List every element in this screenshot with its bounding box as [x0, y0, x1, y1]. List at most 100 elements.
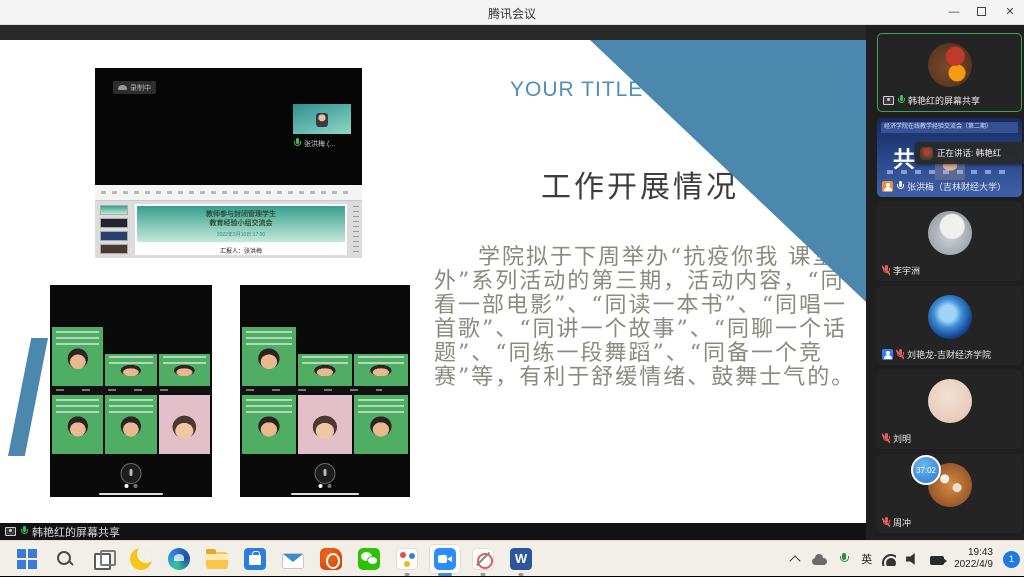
- phone-video-cell: [159, 354, 211, 386]
- phone-video-cell: [105, 395, 157, 453]
- member-badge-icon: [882, 349, 893, 360]
- face-graphic: [361, 363, 401, 385]
- member-badge-icon: [882, 181, 893, 192]
- tray-chevron-icon[interactable]: [788, 552, 802, 566]
- mic-on-icon: [897, 95, 905, 106]
- participants-panel: 韩艳红的屏幕共享 经济学院在线教学经验交流会（第二期） 共 张洪梅（吉林财经大学…: [866, 25, 1024, 540]
- slide-thumb: [100, 218, 128, 228]
- phone-home-bar: [99, 493, 164, 495]
- embedded-meeting-screenshot: 录制中 张洪梅 (... 教师参与封闭管理学生 教育经验小组交流会: [95, 68, 362, 258]
- word-icon: W: [510, 548, 532, 570]
- phone-home-bar: [291, 493, 359, 495]
- maximize-icon: [977, 7, 986, 16]
- mail-icon: [282, 553, 304, 569]
- powerpoint-toolbar: [95, 185, 362, 201]
- phone-page-dots: [319, 484, 332, 488]
- meeting-window: YOUR TITLE HERE 工作开展情况 学院拟于下周举办“抗疫你我 课堂内…: [0, 25, 1024, 540]
- mic-muted-icon: [882, 265, 890, 276]
- task-view-button[interactable]: [84, 541, 122, 577]
- tray-clock[interactable]: 19:43 2022/4/9: [954, 547, 993, 571]
- tray-mic-icon[interactable]: [837, 552, 851, 566]
- participant-tile-screen-share[interactable]: 韩艳红的屏幕共享: [877, 33, 1022, 112]
- tray-date: 2022/4/9: [954, 559, 993, 571]
- phone-video-cell: [354, 395, 408, 453]
- office-button[interactable]: [312, 541, 350, 577]
- phone-mic-button: [121, 463, 142, 484]
- tencent-meeting-icon: [434, 548, 456, 570]
- mic-on-icon: [293, 138, 301, 149]
- powerpoint-editing-area: 教师参与封闭管理学生 教育经验小组交流会 2022年3月10日 17:00 汇报…: [135, 204, 347, 255]
- phone-video-cell: [242, 327, 296, 385]
- participant-tile-liyuzhou[interactable]: 李宇洲: [877, 202, 1022, 281]
- microsoft-store-button[interactable]: [236, 541, 274, 577]
- start-button[interactable]: [8, 541, 46, 577]
- screen-share-icon: [5, 527, 16, 536]
- maximize-button[interactable]: [968, 0, 996, 24]
- participant-tile-liuming[interactable]: 刘明: [877, 370, 1022, 449]
- edge-icon: [168, 548, 190, 570]
- avatar: [928, 211, 972, 255]
- screenshot-tool-button[interactable]: [464, 541, 502, 577]
- participant-tile-liuyanlong[interactable]: 刘艳龙-吉财经济学院: [877, 286, 1022, 365]
- tray-time: 19:43: [954, 547, 993, 559]
- close-button[interactable]: ✕: [996, 0, 1024, 24]
- shared-slide-banner: 经济学院在线教学经验交流会（第二期）: [881, 122, 1018, 133]
- mail-button[interactable]: [274, 541, 312, 577]
- phone-video-cell: [52, 327, 104, 385]
- camera-icon[interactable]: [930, 556, 944, 565]
- word-button[interactable]: W: [502, 541, 540, 577]
- file-explorer-button[interactable]: [198, 541, 236, 577]
- phone-page-dots: [125, 484, 138, 488]
- windows-logo-icon: [16, 548, 38, 570]
- crescent-app-button[interactable]: [122, 541, 160, 577]
- slide-thumb: [100, 231, 128, 241]
- task-view-icon: [92, 548, 114, 570]
- wechat-icon: [358, 548, 380, 570]
- slide-thumb: [100, 244, 128, 254]
- embedded-powerpoint-window: 教师参与封闭管理学生 教育经验小组交流会 2022年3月10日 17:00 汇报…: [95, 185, 362, 258]
- face-graphic: [112, 413, 150, 453]
- phone-video-cell: [242, 395, 296, 453]
- phone-label-strip: [240, 386, 410, 396]
- powerpoint-notes-column: [351, 204, 361, 255]
- notification-badge[interactable]: 1: [1003, 551, 1020, 568]
- powerpoint-slide-thumbnails: [98, 205, 130, 254]
- phone-grid-screenshot-1: [50, 285, 212, 497]
- cloud-icon: [118, 85, 127, 90]
- face-graphic: [305, 413, 345, 453]
- face-graphic: [165, 363, 203, 385]
- input-language-indicator[interactable]: 英: [861, 551, 872, 567]
- wifi-icon[interactable]: [882, 552, 896, 566]
- tencent-meeting-button[interactable]: [426, 541, 464, 577]
- minimize-button[interactable]: —: [940, 0, 968, 24]
- folder-icon: [206, 552, 228, 569]
- store-icon: [244, 548, 266, 570]
- slide-left-ribbon: [8, 338, 48, 456]
- slide-body-text: 学院拟于下周举办“抗疫你我 课堂内外”系列活动的第三期，活动内容，“同看一部电影…: [434, 246, 866, 390]
- phone-grid-screenshot-2: [240, 285, 410, 497]
- face-graphic: [249, 413, 289, 453]
- screen-share-icon: [883, 96, 894, 105]
- search-button[interactable]: [46, 541, 84, 577]
- volume-icon[interactable]: [906, 552, 920, 566]
- window-title: 腾讯会议: [0, 5, 1024, 22]
- participant-tile-zhouchong[interactable]: 周冲 37:02: [877, 454, 1022, 533]
- avatar: [928, 43, 972, 87]
- clock-widget: 37:02: [911, 455, 941, 485]
- network-app-button[interactable]: [388, 541, 426, 577]
- shared-screen-top-strip: [0, 25, 866, 40]
- participant-tile-zhanghongmei[interactable]: 经济学院在线教学经验交流会（第二期） 共 张洪梅（吉林财经大学） 正在讲话: 韩…: [877, 118, 1022, 197]
- wechat-button[interactable]: [350, 541, 388, 577]
- edge-browser-button[interactable]: [160, 541, 198, 577]
- face-graphic: [249, 345, 289, 385]
- avatar: [928, 379, 972, 423]
- tray-cloud-icon[interactable]: [812, 558, 827, 565]
- face-graphic: [112, 363, 150, 385]
- face-graphic: [165, 413, 203, 453]
- screen-share-statusbar[interactable]: 韩艳红的屏幕共享: [0, 523, 866, 540]
- window-titlebar: 腾讯会议 — ✕: [0, 0, 1024, 25]
- phone-video-cell: [105, 354, 157, 386]
- thumbnail-name-label: 张洪梅 (...: [293, 138, 335, 149]
- avatar: [928, 295, 972, 339]
- speaker-avatar: [920, 147, 933, 160]
